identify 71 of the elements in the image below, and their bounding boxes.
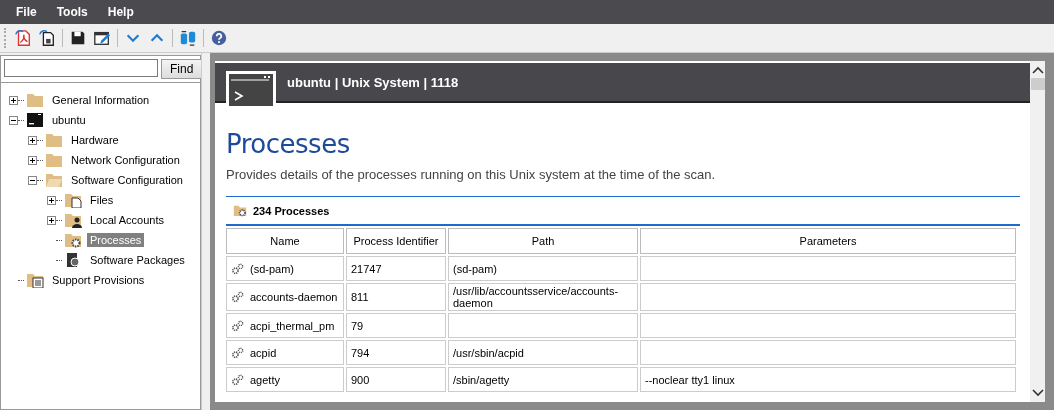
- tree-item[interactable]: ubuntu: [49, 113, 89, 127]
- expand-toggle[interactable]: [28, 135, 37, 145]
- gears-icon: [231, 373, 245, 386]
- table-cell: 811: [351, 291, 369, 303]
- folder-icon: [26, 272, 44, 288]
- expand-toggle[interactable]: [47, 195, 56, 205]
- database-sync-icon[interactable]: [179, 29, 197, 47]
- edit-icon[interactable]: [93, 29, 111, 47]
- expand-toggle[interactable]: [47, 215, 56, 225]
- table-cell: (sd-pam): [250, 262, 294, 275]
- table-cell: /sbin/agetty: [453, 373, 510, 386]
- collapse-toggle[interactable]: [28, 175, 37, 185]
- scroll-down-icon[interactable]: [1030, 388, 1045, 398]
- folder-icon: [26, 92, 44, 108]
- table-cell: accounts-daemon: [250, 291, 338, 303]
- scroll-thumb[interactable]: [1030, 78, 1045, 90]
- menu-item[interactable]: File: [6, 5, 47, 19]
- expand-toggle[interactable]: [9, 95, 18, 105]
- folder-icon: [45, 152, 63, 168]
- menu-item[interactable]: Tools: [46, 5, 98, 19]
- column-header: Parameters: [640, 228, 1016, 254]
- folder-icon: [45, 132, 63, 148]
- table-cell: 21747: [351, 262, 382, 275]
- help-icon[interactable]: [210, 29, 228, 47]
- vertical-scrollbar[interactable]: [1030, 61, 1045, 402]
- folder-gear-icon: [233, 204, 247, 217]
- tree-item[interactable]: Hardware: [68, 133, 122, 147]
- section-title: 234 Processes: [253, 204, 330, 217]
- gears-icon: [231, 291, 245, 303]
- pdf-export-icon[interactable]: [14, 29, 32, 47]
- scroll-up-icon[interactable]: [1030, 65, 1045, 75]
- menu-item[interactable]: Help: [97, 5, 144, 19]
- table-cell: acpi_thermal_pm: [250, 319, 335, 332]
- expand-toggle[interactable]: [28, 155, 37, 165]
- collapse-toggle[interactable]: [9, 115, 18, 125]
- gears-icon: [231, 346, 245, 359]
- tree-item[interactable]: Network Configuration: [68, 153, 183, 167]
- folder-icon: [64, 212, 82, 228]
- terminal-icon: [26, 112, 44, 128]
- tree-item[interactable]: Software Packages: [87, 253, 188, 267]
- tree-item[interactable]: Local Accounts: [87, 213, 167, 227]
- column-header: Path: [448, 228, 638, 254]
- folder-icon: [64, 192, 82, 208]
- table-cell: /usr/lib/accountsservice/accounts-daemon: [453, 285, 619, 309]
- table-cell: 794: [351, 346, 370, 359]
- tree-item[interactable]: General Information: [49, 93, 153, 107]
- package-icon: [64, 252, 82, 268]
- table-cell: (sd-pam): [453, 262, 497, 275]
- tree-item[interactable]: Processes: [87, 233, 145, 247]
- tree-item[interactable]: Software Configuration: [68, 173, 186, 187]
- search-field[interactable]: [4, 59, 158, 77]
- folder-icon: [45, 172, 63, 188]
- table-cell: --noclear tty1 linux: [645, 373, 735, 386]
- column-header: Process Identifier: [346, 228, 446, 254]
- find-button[interactable]: Find: [161, 59, 203, 79]
- save-icon[interactable]: [69, 29, 87, 47]
- table-cell: agetty: [250, 373, 280, 386]
- page-title: Processes: [226, 129, 351, 159]
- table-cell: 900: [351, 373, 370, 386]
- tree-item[interactable]: Support Provisions: [49, 273, 148, 287]
- export-icon[interactable]: [38, 29, 56, 47]
- table-cell: 79: [351, 319, 364, 332]
- table-cell: acpid: [250, 346, 277, 359]
- page-description: Provides details of the processes running on this Unix system at the time of the scan.: [226, 167, 717, 182]
- folder-icon: [64, 232, 82, 248]
- table-cell: /usr/sbin/acpid: [453, 346, 524, 359]
- gears-icon: [231, 262, 245, 275]
- gears-icon: [231, 319, 245, 332]
- tree-item[interactable]: Files: [87, 193, 117, 207]
- report-title: ubuntu | Unix System | 1118: [287, 74, 459, 90]
- column-header: Name: [226, 228, 344, 254]
